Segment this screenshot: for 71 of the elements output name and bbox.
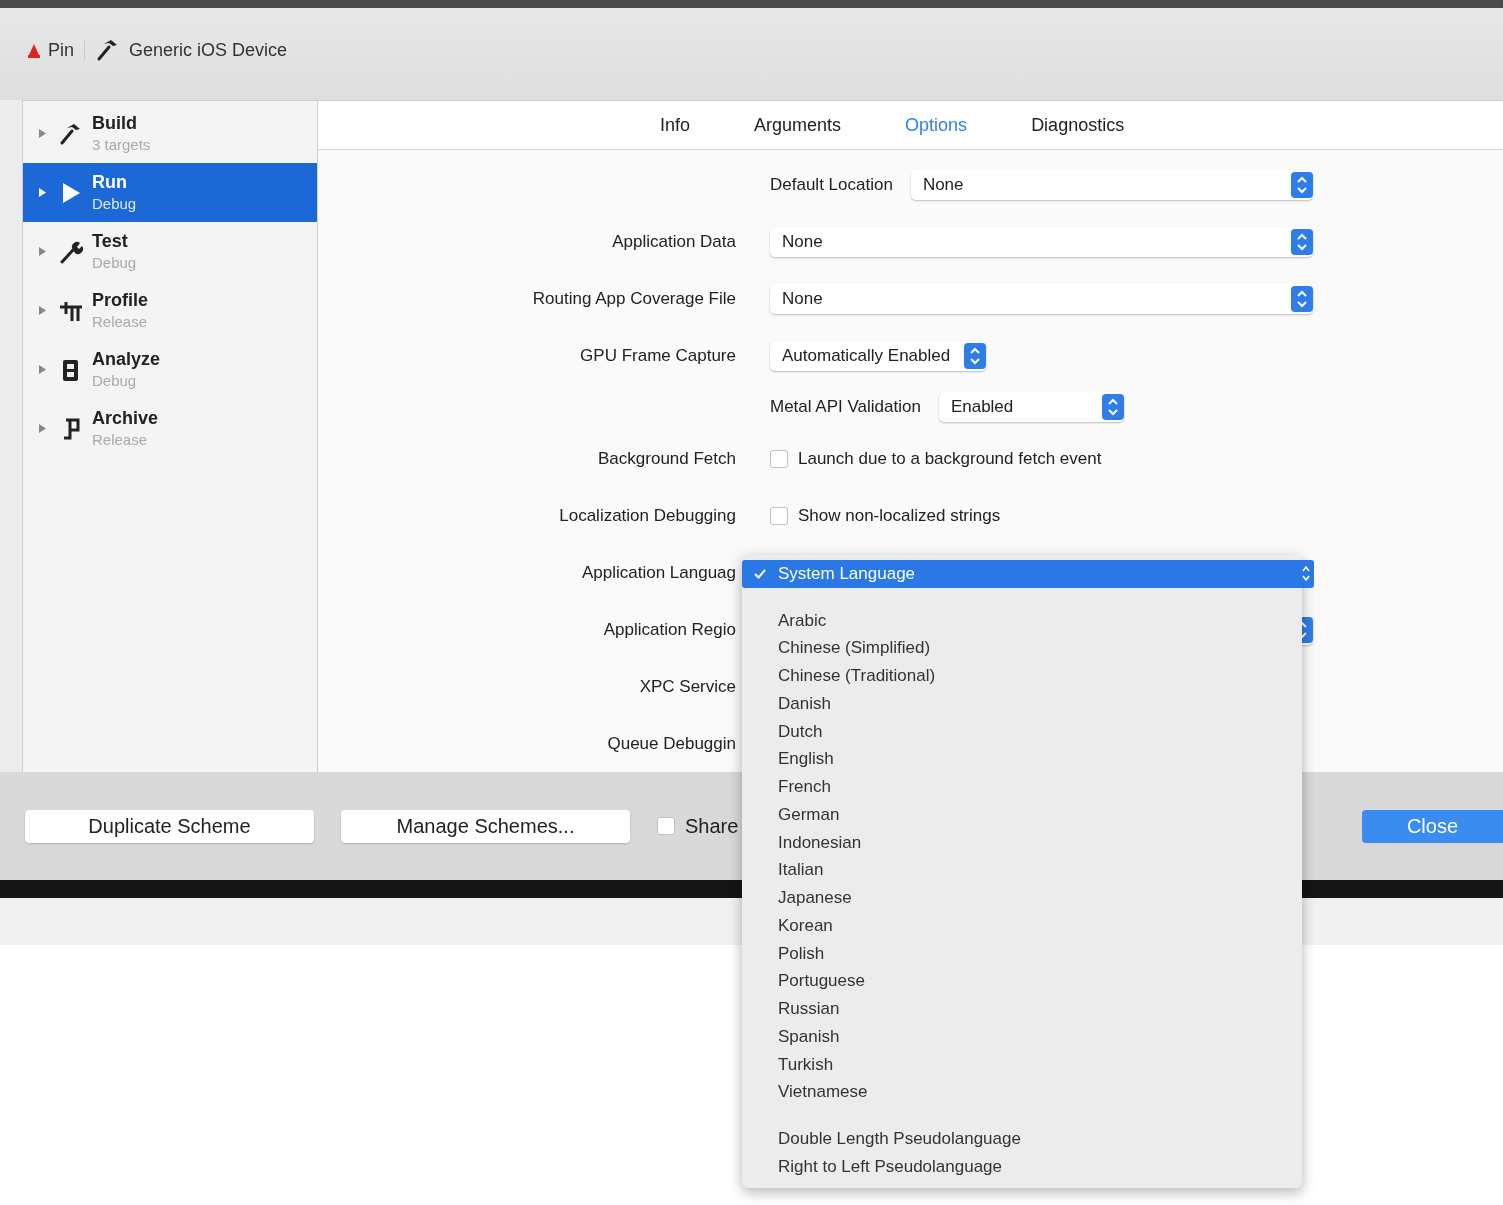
- sidebar-item[interactable]: Profile Release: [23, 281, 317, 340]
- push-button[interactable]: Manage Schemes...: [341, 809, 630, 843]
- menu-item[interactable]: Arabic: [742, 606, 1302, 635]
- checkbox[interactable]: [770, 506, 788, 525]
- menu-item[interactable]: Polish: [742, 939, 1302, 968]
- stepper-icon: [964, 342, 987, 369]
- checkbox[interactable]: [657, 817, 675, 835]
- field-label: Application Languag: [580, 562, 736, 583]
- menu-item[interactable]: Spanish: [742, 1023, 1302, 1051]
- menu-item[interactable]: Japanese: [742, 884, 1302, 912]
- stepper-icon: [1301, 564, 1311, 584]
- field-label: XPC Service: [638, 676, 736, 697]
- menu-item[interactable]: Danish: [742, 690, 1302, 718]
- menu-item[interactable]: Indonesian: [742, 828, 1302, 857]
- tab[interactable]: Options: [873, 114, 1000, 136]
- menu-item[interactable]: Vietnamese: [742, 1078, 1302, 1107]
- field-label: Routing App Coverage File: [531, 288, 736, 309]
- stepper-icon: [1291, 285, 1313, 312]
- disclosure-icon: [39, 306, 46, 315]
- popup-button[interactable]: None: [770, 226, 1313, 257]
- checkbox[interactable]: [770, 449, 788, 468]
- menu-item[interactable]: French: [742, 773, 1302, 801]
- field-label: Application Regio: [602, 619, 736, 640]
- field-label: Queue Debuggin: [606, 733, 736, 754]
- menu-item[interactable]: Portuguese: [742, 967, 1302, 996]
- popup-button[interactable]: None: [910, 169, 1313, 200]
- menu-item[interactable]: English: [742, 745, 1302, 774]
- field-label: GPU Frame Capture: [579, 345, 736, 366]
- menu-item[interactable]: Double Length Pseudolanguage: [742, 1125, 1302, 1153]
- checkbox-label: Launch due to a background fetch event: [798, 448, 1102, 469]
- pin-icon: [28, 42, 40, 58]
- menu-item[interactable]: Right to Left Pseudolanguage: [742, 1153, 1302, 1181]
- tab[interactable]: Info: [628, 114, 723, 136]
- menu-item[interactable]: Chinese (Traditional): [742, 662, 1302, 690]
- disclosure-icon: [39, 188, 46, 197]
- field-label: Default Location: [770, 174, 893, 195]
- sidebar-item[interactable]: Run Debug: [23, 163, 317, 222]
- disclosure-icon: [39, 247, 46, 256]
- menu-item[interactable]: Italian: [742, 856, 1302, 885]
- sidebar-item[interactable]: Build 3 targets: [23, 104, 317, 163]
- tab[interactable]: Diagnostics: [999, 114, 1157, 136]
- field-label: Application Data: [611, 231, 736, 252]
- destination-selector[interactable]: Generic iOS Device: [95, 37, 288, 63]
- sidebar-item[interactable]: Analyze Debug: [23, 340, 317, 399]
- popup-button[interactable]: Automatically Enabled: [770, 340, 987, 371]
- push-button[interactable]: Duplicate Scheme: [25, 809, 314, 843]
- menu-item[interactable]: Korean: [742, 912, 1302, 940]
- tab[interactable]: Arguments: [722, 114, 874, 136]
- field-label: Metal API Validation: [770, 397, 921, 417]
- menu-item[interactable]: German: [742, 801, 1302, 829]
- menu-item[interactable]: Russian: [742, 995, 1302, 1023]
- menu-item[interactable]: Dutch: [742, 717, 1302, 746]
- stepper-icon: [1101, 394, 1124, 420]
- disclosure-icon: [39, 424, 46, 433]
- field-label: Background Fetch: [597, 448, 736, 469]
- disclosure-icon: [39, 129, 46, 138]
- scheme-selector[interactable]: Pin: [28, 39, 74, 61]
- stepper-icon: [1291, 171, 1313, 198]
- checkbox-label: Show non-localized strings: [798, 505, 1001, 526]
- menu-item[interactable]: Turkish: [742, 1050, 1302, 1079]
- menu-item[interactable]: Chinese (Simplified): [742, 634, 1302, 663]
- popup-button[interactable]: Enabled: [938, 392, 1124, 422]
- checkbox-label: Share: [685, 814, 739, 838]
- sidebar-item[interactable]: Archive Release: [23, 399, 317, 458]
- sidebar-item[interactable]: Test Debug: [23, 222, 317, 281]
- checkmark-icon: [754, 567, 766, 580]
- field-label: Localization Debugging: [558, 505, 736, 526]
- disclosure-icon: [39, 365, 46, 374]
- stepper-icon: [1291, 228, 1313, 255]
- menu-item[interactable]: System Language: [742, 560, 1314, 588]
- popup-button[interactable]: None: [770, 283, 1313, 314]
